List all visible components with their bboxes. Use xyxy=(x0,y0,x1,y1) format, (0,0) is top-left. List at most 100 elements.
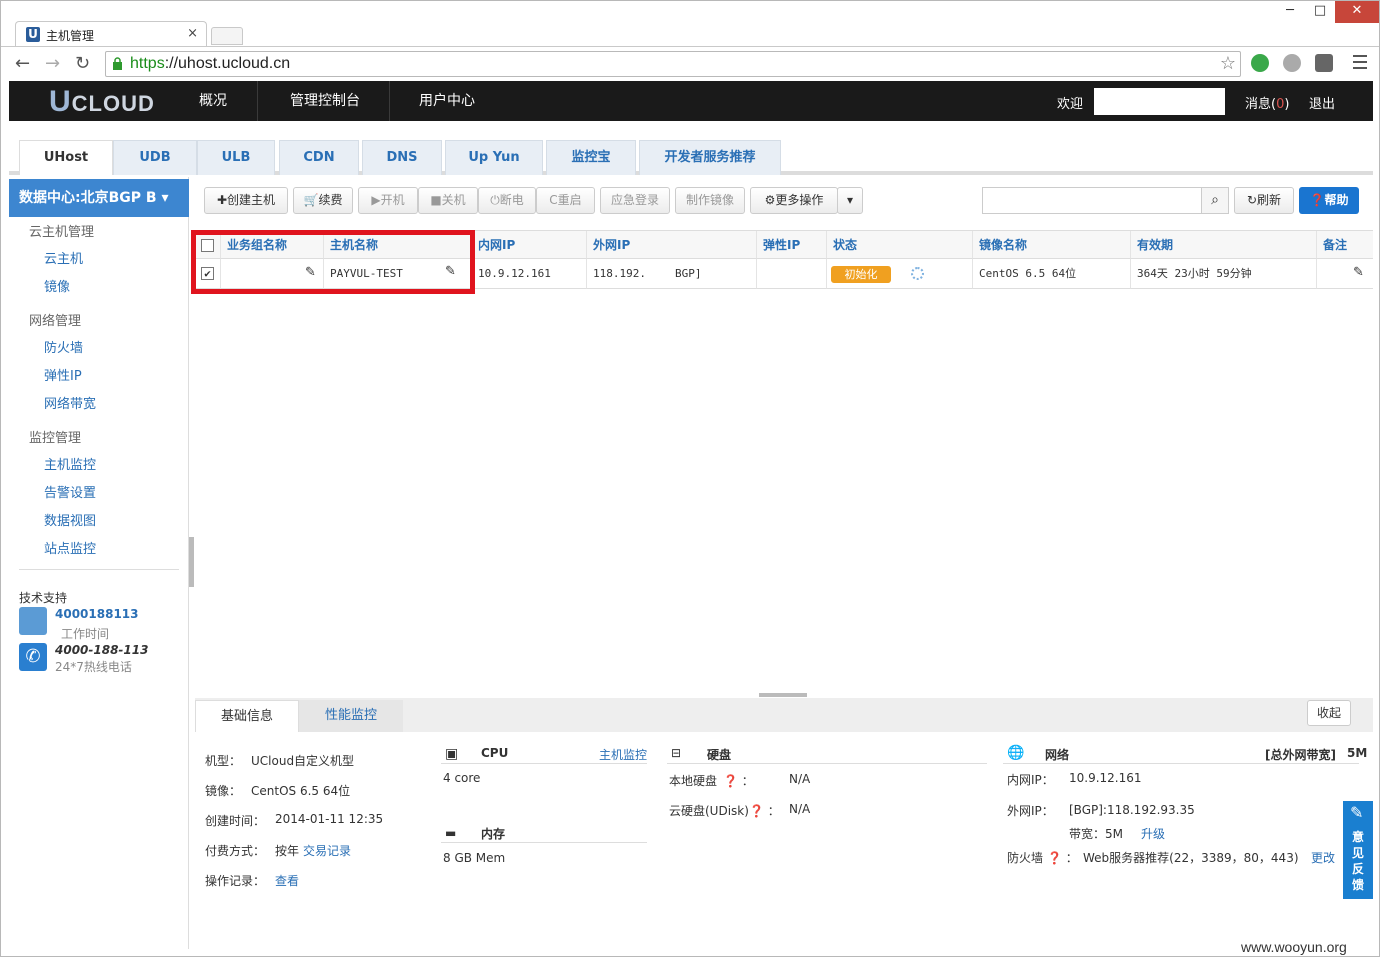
tab-upyun[interactable]: Up Yun xyxy=(445,140,543,175)
extension-green-icon[interactable] xyxy=(1251,54,1269,72)
stop-button[interactable]: ■关机 xyxy=(418,187,478,214)
image-value: CentOS 6.5 64位 xyxy=(251,784,351,798)
upgrade-link[interactable]: 升级 xyxy=(1141,825,1165,842)
col-outer-ip[interactable]: 外网IP xyxy=(587,231,757,259)
tab-basic-info[interactable]: 基础信息 xyxy=(195,700,299,732)
created-value: 2014-01-11 12:35 xyxy=(275,812,384,826)
sidebar-item-alarm[interactable]: 告警设置 xyxy=(44,482,96,501)
logout-link[interactable]: 退出 xyxy=(1309,93,1335,112)
renew-button[interactable]: 🛒续费 xyxy=(293,187,353,214)
ops-label: 操作记录： xyxy=(205,874,266,888)
feedback-button[interactable]: ✎ 意见反馈 xyxy=(1343,801,1373,899)
sidebar-scrollbar[interactable] xyxy=(189,537,194,587)
tab-jiankongbao[interactable]: 监控宝 xyxy=(546,140,636,175)
start-button[interactable]: ▶开机 xyxy=(358,187,418,214)
back-arrow-icon[interactable]: ← xyxy=(15,53,30,74)
more-actions-caret[interactable]: ▾ xyxy=(837,187,863,214)
cloud-disk-help-icon[interactable]: ❓ ： xyxy=(749,802,780,819)
row-remark xyxy=(1317,259,1373,289)
col-status[interactable]: 状态 xyxy=(827,231,973,259)
nav-console[interactable]: 管理控制台 xyxy=(269,81,381,121)
edit-remark-pencil-icon[interactable]: ✎ xyxy=(1353,265,1364,280)
pay-value: 按年 xyxy=(275,844,300,858)
transaction-record-link[interactable]: 交易记录 xyxy=(303,842,351,859)
reload-icon[interactable]: ↻ xyxy=(75,53,90,74)
browser-menu-icon[interactable] xyxy=(1353,55,1367,73)
search-button[interactable]: ⌕ xyxy=(1201,187,1229,214)
poweroff-button[interactable]: ⏻断电 xyxy=(478,187,536,214)
more-actions-button[interactable]: ⚙更多操作 xyxy=(750,187,838,214)
tab-udb[interactable]: UDB xyxy=(113,140,197,175)
ucloud-favicon-icon: U xyxy=(26,27,40,42)
tab-uhost[interactable]: UHost xyxy=(19,140,113,175)
collapse-button[interactable]: 收起 xyxy=(1307,700,1351,726)
bookmark-star-icon[interactable]: ☆ xyxy=(1220,53,1236,74)
globe-icon: 🌐 xyxy=(1007,745,1025,761)
col-remark[interactable]: 备注 xyxy=(1317,231,1373,259)
site-header: UCLOUD 概况 管理控制台 用户中心 欢迎 消息(0) 退出 xyxy=(9,81,1373,121)
browser-window: U 主机管理 × ─ □ ✕ ← → ↻ https://uhost.uclou… xyxy=(0,0,1380,957)
maximize-button[interactable]: □ xyxy=(1305,1,1335,23)
sidebar-item-image[interactable]: 镜像 xyxy=(44,276,70,295)
restart-button[interactable]: C重启 xyxy=(536,187,595,214)
tab-developer-services[interactable]: 开发者服务推荐 xyxy=(639,140,781,175)
search-icon: ⌕ xyxy=(1211,192,1219,208)
sidebar-item-bandwidth[interactable]: 网络带宽 xyxy=(44,393,96,412)
row-outer-ip: 118.192. BGP] xyxy=(587,259,757,289)
phone-icon: ✆ xyxy=(19,643,47,671)
sidebar-item-data-view[interactable]: 数据视图 xyxy=(44,510,96,529)
close-window-button[interactable]: ✕ xyxy=(1335,1,1379,23)
change-firewall-link[interactable]: 更改 xyxy=(1311,849,1335,866)
browser-tab[interactable]: U 主机管理 × xyxy=(15,21,207,47)
sidebar-item-uhost[interactable]: 云主机 xyxy=(44,248,83,267)
datacenter-selector[interactable]: 数据中心:北京BGP B ▾ xyxy=(9,179,189,217)
sidebar-item-host-monitor[interactable]: 主机监控 xyxy=(44,454,96,473)
type-value: UCloud自定义机型 xyxy=(251,754,355,768)
firewall-help-icon[interactable]: ❓ ： xyxy=(1047,849,1078,866)
tab-dns[interactable]: DNS xyxy=(362,140,442,175)
new-tab-button[interactable] xyxy=(211,27,243,45)
tab-cdn[interactable]: CDN xyxy=(279,140,359,175)
qq-hours: 工作时间 xyxy=(61,627,110,641)
loading-spinner-icon xyxy=(911,267,924,280)
create-host-button[interactable]: ✚创建主机 xyxy=(204,187,288,214)
sidebar-item-eip[interactable]: 弹性IP xyxy=(44,365,82,384)
outer-ip-value: [BGP]:118.192.93.35 xyxy=(1069,803,1195,817)
image-label: 镜像： xyxy=(205,784,242,798)
browser-tabbar: U 主机管理 × ─ □ ✕ xyxy=(1,1,1379,47)
tab-close-icon[interactable]: × xyxy=(187,26,198,41)
panel-resize-handle[interactable] xyxy=(759,693,807,697)
refresh-icon: ↻ xyxy=(1246,193,1258,207)
search-input[interactable] xyxy=(982,187,1202,214)
forward-arrow-icon[interactable]: → xyxy=(45,53,60,74)
nav-overview[interactable]: 概况 xyxy=(179,81,247,121)
extension-dark-icon[interactable] xyxy=(1315,54,1333,72)
pay-label: 付费方式： xyxy=(205,844,266,858)
col-inner-ip[interactable]: 内网IP xyxy=(472,231,587,259)
sidebar-item-firewall[interactable]: 防火墙 xyxy=(44,337,83,356)
network-title: 网络 xyxy=(1045,748,1070,762)
local-disk-help-icon[interactable]: ❓ ： xyxy=(723,772,754,789)
emergency-login-button[interactable]: 应急登录 xyxy=(600,187,670,214)
tab-performance[interactable]: 性能监控 xyxy=(299,700,403,732)
status-badge: 初始化 xyxy=(831,266,891,283)
nav-user-center[interactable]: 用户中心 xyxy=(401,81,493,121)
extension-globe-icon[interactable] xyxy=(1283,54,1301,72)
refresh-button[interactable]: ↻刷新 xyxy=(1234,187,1294,214)
host-monitor-link[interactable]: 主机监控 xyxy=(599,746,647,763)
make-image-button[interactable]: 制作镜像 xyxy=(675,187,745,214)
minimize-button[interactable]: ─ xyxy=(1275,1,1305,23)
qq-number[interactable]: 4000188113 xyxy=(55,607,139,621)
view-ops-link[interactable]: 查看 xyxy=(275,872,299,889)
sidebar-item-site-monitor[interactable]: 站点监控 xyxy=(44,538,96,557)
col-expires[interactable]: 有效期 xyxy=(1131,231,1317,259)
messages-link[interactable]: 消息(0) xyxy=(1245,93,1289,112)
tab-ulb[interactable]: ULB xyxy=(197,140,275,175)
url-input[interactable]: https://uhost.ucloud.cn ☆ xyxy=(105,51,1241,77)
ucloud-logo[interactable]: UCLOUD xyxy=(49,85,155,119)
col-eip[interactable]: 弹性IP xyxy=(757,231,827,259)
row-expires: 364天 23小时 59分钟 xyxy=(1131,259,1317,289)
firewall-label: 防火墙 xyxy=(1007,851,1044,865)
help-button[interactable]: ❓帮助 xyxy=(1299,187,1359,214)
col-image-name[interactable]: 镜像名称 xyxy=(973,231,1131,259)
